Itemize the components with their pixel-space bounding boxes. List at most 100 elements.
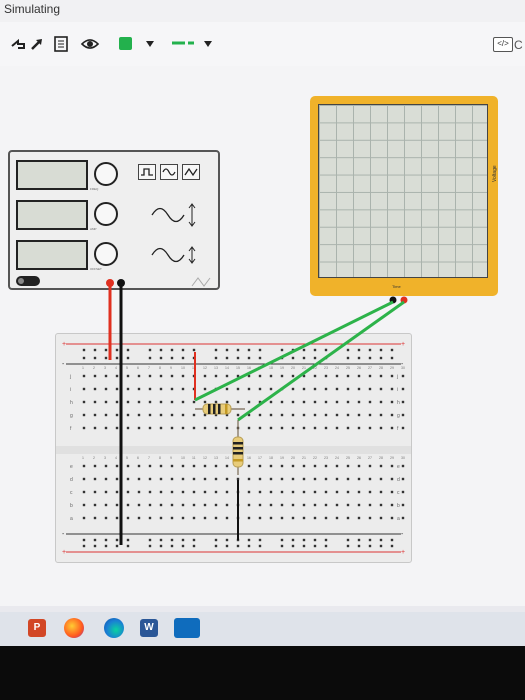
column-number: 26: [357, 366, 361, 370]
edge-icon[interactable]: [104, 618, 124, 638]
row-letter: j: [69, 374, 71, 380]
column-number: 10: [181, 366, 185, 370]
taskbar: P W: [0, 612, 525, 646]
row-letter: h: [397, 400, 400, 406]
row-letter: h: [70, 400, 73, 406]
column-number: 16: [247, 456, 251, 460]
column-number: 8: [159, 366, 161, 370]
row-letter: c: [397, 490, 400, 496]
amplitude-display: [16, 200, 88, 230]
dropdown-icon[interactable]: [204, 41, 212, 47]
redo-icon[interactable]: [30, 37, 46, 51]
offset-knob[interactable]: [94, 242, 118, 266]
row-letter: e: [397, 464, 400, 470]
word-icon[interactable]: W: [140, 619, 158, 637]
hole-row-a: [82, 516, 86, 520]
column-number: 29: [390, 456, 394, 460]
breadboard[interactable]: j j i i h h g g f f e e d d c c b b a a 1 1 2 2 3 3 4 4 5 5 6 6 7 7 8 8 9 9 10…: [55, 333, 412, 563]
column-number: 22: [313, 366, 317, 370]
row-letter: g: [397, 413, 400, 419]
column-number: 2: [93, 366, 95, 370]
oscilloscope[interactable]: Time Voltage: [310, 96, 498, 296]
powerpoint-icon[interactable]: P: [28, 619, 46, 637]
breadboard-grid: j ji ih hg gf fe ed dc cb ba a11223344556677889910…: [56, 341, 411, 556]
eye-icon[interactable]: [80, 36, 100, 52]
undo-icon[interactable]: [10, 38, 26, 50]
toolbar: </> C: [0, 22, 525, 67]
onedrive-icon[interactable]: [174, 618, 200, 638]
column-number: 5: [126, 366, 128, 370]
column-number: 21: [302, 366, 306, 370]
rail-polarity-mark: -: [62, 531, 65, 538]
code-icon[interactable]: </>: [493, 37, 513, 52]
row-letter: a: [397, 516, 400, 522]
column-number: 10: [181, 456, 185, 460]
column-number: 3: [104, 366, 106, 370]
column-number: 2: [93, 456, 95, 460]
column-number: 17: [258, 456, 262, 460]
time-axis-label: Time: [392, 284, 401, 289]
column-number: 15: [236, 456, 240, 460]
hole-row-h: [82, 400, 86, 404]
column-number: 11: [192, 366, 196, 370]
rail-polarity-mark: +: [401, 549, 405, 556]
column-number: 9: [170, 366, 172, 370]
column-number: 20: [291, 456, 295, 460]
function-generator[interactable]: FREQ AMP OFFSET: [8, 150, 220, 290]
row-letter: e: [70, 464, 73, 470]
column-number: 6: [137, 366, 139, 370]
oscilloscope-screen: [318, 104, 488, 278]
square-wave-button[interactable]: [138, 164, 156, 180]
column-number: 17: [258, 366, 262, 370]
hole-row-d: [82, 477, 86, 481]
amplitude-knob[interactable]: [94, 202, 118, 226]
column-number: 28: [379, 366, 383, 370]
column-number: 30: [401, 456, 405, 460]
column-number: 3: [104, 456, 106, 460]
column-number: 22: [313, 456, 317, 460]
column-number: 12: [203, 366, 207, 370]
power-toggle[interactable]: [16, 276, 40, 286]
column-number: 25: [346, 366, 350, 370]
hole-row-b: [82, 503, 86, 507]
column-number: 13: [214, 456, 218, 460]
amplitude-wave-icon: [151, 203, 196, 227]
hole-row-g: [82, 413, 86, 417]
column-number: 1: [82, 456, 84, 460]
rail-polarity-mark: +: [401, 341, 405, 348]
column-number: 15: [236, 366, 240, 370]
status-bar: Simulating: [0, 0, 525, 22]
column-number: 13: [214, 366, 218, 370]
column-number: 28: [379, 456, 383, 460]
dropdown-icon[interactable]: [146, 41, 154, 47]
knob-label: AMP: [90, 227, 97, 231]
column-number: 18: [269, 456, 273, 460]
offset-display: [16, 240, 88, 270]
color-swatch-icon[interactable]: [119, 37, 132, 50]
code-label[interactable]: C: [514, 35, 523, 55]
voltage-axis-label: Voltage: [492, 165, 498, 182]
row-letter: d: [70, 477, 73, 483]
column-number: 6: [137, 456, 139, 460]
triangle-wave-button[interactable]: [182, 164, 200, 180]
sine-wave-icon: [162, 168, 176, 176]
column-number: 16: [247, 366, 251, 370]
hole-row-j: [82, 374, 86, 378]
row-letter: g: [70, 413, 73, 419]
notes-icon[interactable]: [54, 36, 68, 52]
row-letter: d: [397, 477, 400, 483]
wire-style-icon[interactable]: [172, 40, 194, 46]
simulation-status: Simulating: [4, 2, 61, 16]
sine-wave-button[interactable]: [160, 164, 178, 180]
column-number: 5: [126, 456, 128, 460]
rail-polarity-mark: +: [62, 341, 66, 348]
column-number: 4: [115, 366, 117, 370]
screen-bezel: [0, 646, 525, 700]
frequency-knob[interactable]: [94, 162, 118, 186]
column-number: 27: [368, 456, 372, 460]
firefox-icon[interactable]: [64, 618, 84, 638]
hole-row-f: [82, 426, 86, 430]
rail-polarity-mark: -: [401, 531, 404, 538]
hole-row-c: [82, 490, 86, 494]
knob-label: OFFSET: [90, 267, 102, 271]
